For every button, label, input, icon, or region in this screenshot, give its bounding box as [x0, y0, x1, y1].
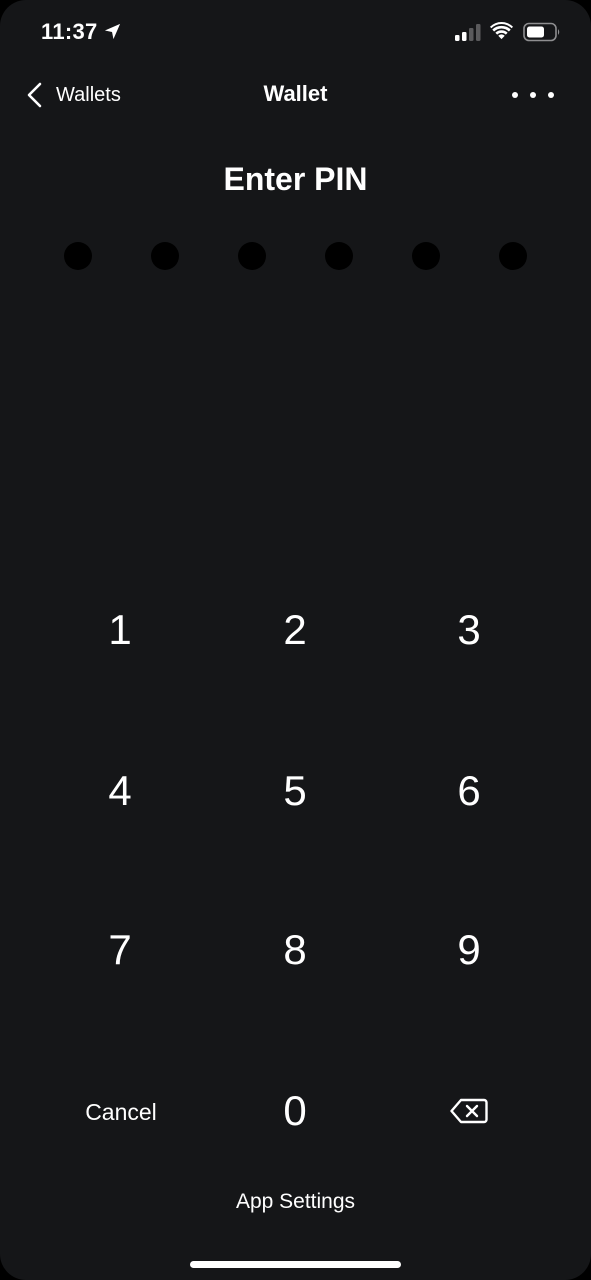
- key-2[interactable]: 2: [220, 580, 370, 680]
- pin-dot: [64, 242, 92, 270]
- pin-dot: [412, 242, 440, 270]
- wifi-icon: [490, 22, 513, 40]
- key-0[interactable]: 0: [220, 1061, 370, 1161]
- pin-entry-screen: 11:37 Wallets Wallet Enter PIN 1 2 3 4 5…: [0, 0, 591, 1280]
- key-3[interactable]: 3: [394, 580, 544, 680]
- more-dots-icon: [530, 92, 536, 98]
- more-dots-icon: [512, 92, 518, 98]
- key-5[interactable]: 5: [220, 741, 370, 841]
- nav-title: Wallet: [263, 81, 328, 106]
- key-7[interactable]: 7: [45, 900, 195, 1000]
- cancel-button[interactable]: Cancel: [46, 1062, 196, 1162]
- cellular-signal-icon: [455, 24, 481, 41]
- pin-dot: [151, 242, 179, 270]
- key-4[interactable]: 4: [45, 741, 195, 841]
- pin-indicator: [0, 242, 591, 270]
- key-1[interactable]: 1: [45, 580, 195, 680]
- key-8[interactable]: 8: [220, 900, 370, 1000]
- more-dots-icon: [548, 92, 554, 98]
- pin-dot: [325, 242, 353, 270]
- home-indicator: [190, 1261, 401, 1268]
- status-bar: 11:37: [0, 0, 591, 64]
- navigation-bar: Wallets Wallet: [0, 64, 591, 126]
- more-options-button[interactable]: [512, 88, 554, 102]
- delete-button[interactable]: [394, 1061, 544, 1161]
- pin-dot: [238, 242, 266, 270]
- status-time: 11:37: [41, 19, 98, 44]
- key-9[interactable]: 9: [394, 900, 544, 1000]
- pin-dot: [499, 242, 527, 270]
- pin-title: Enter PIN: [223, 161, 368, 197]
- backspace-icon: [450, 1098, 488, 1124]
- battery-icon: [523, 22, 560, 42]
- key-6[interactable]: 6: [394, 741, 544, 841]
- location-arrow-icon: [104, 23, 121, 40]
- app-settings-link[interactable]: App Settings: [0, 1190, 591, 1214]
